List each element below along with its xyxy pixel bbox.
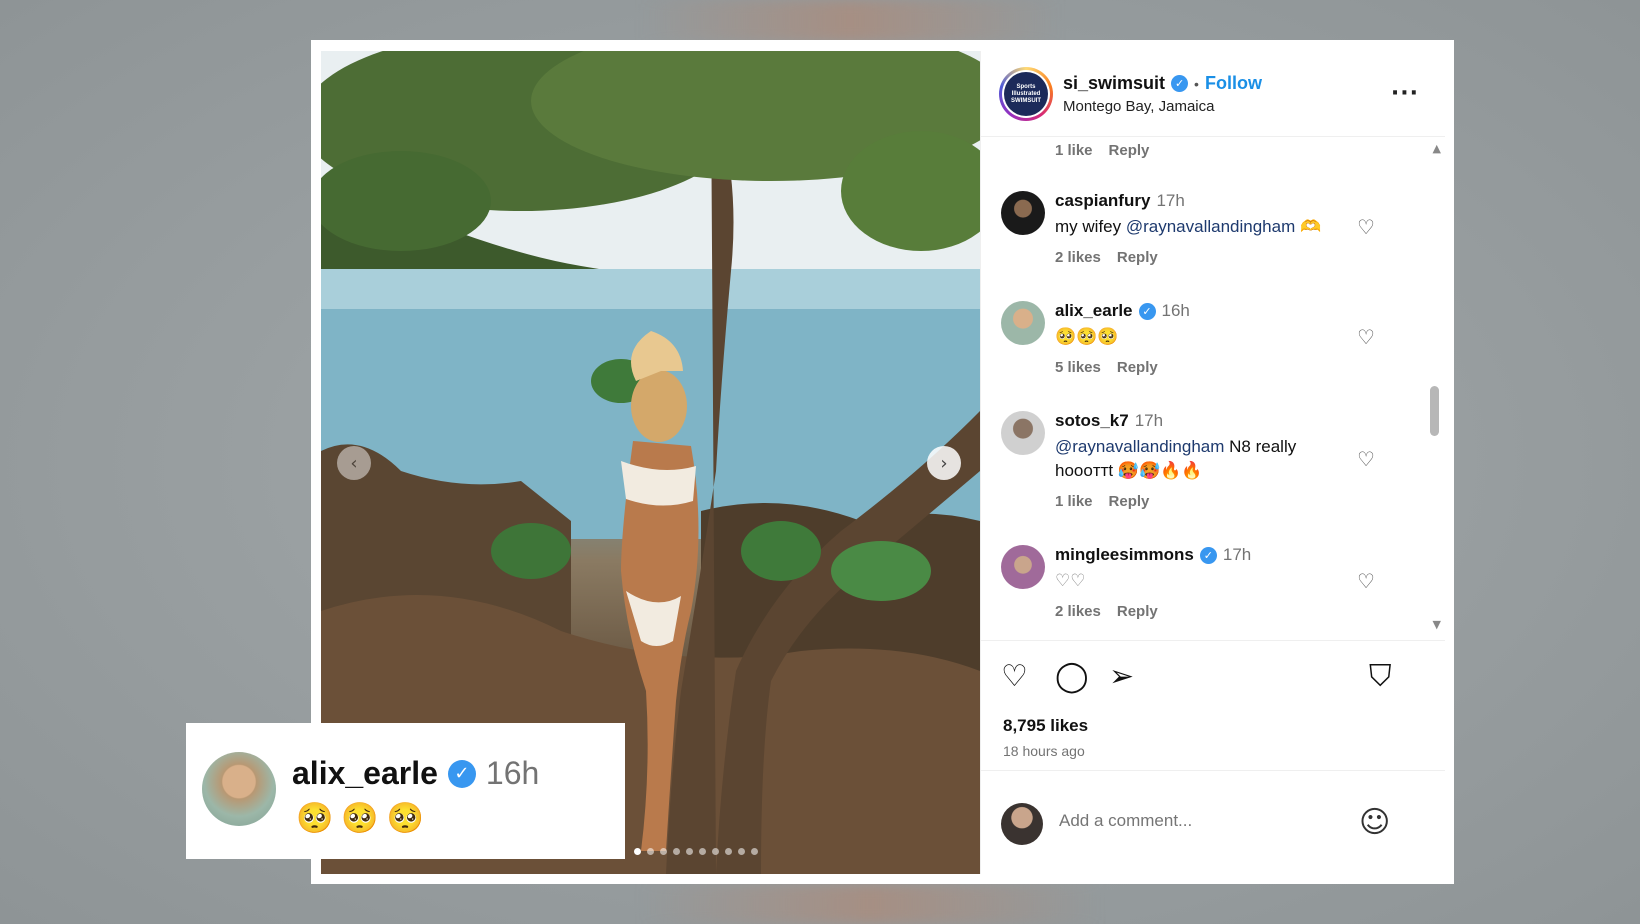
comment-emoji-text: ♡♡ xyxy=(1055,571,1086,590)
comment-text-suffix: N8 really xyxy=(1224,437,1297,456)
comment-text: ♡♡ xyxy=(1055,569,1355,593)
comment-time[interactable]: 17h xyxy=(1135,411,1163,431)
avatar[interactable] xyxy=(1001,191,1045,235)
separator-dot: • xyxy=(1194,75,1199,92)
reply-button[interactable]: Reply xyxy=(1117,603,1158,620)
comment-input[interactable] xyxy=(1059,811,1359,831)
comment-time[interactable]: 17h xyxy=(1156,191,1184,211)
background-blur-bottom xyxy=(640,884,1100,924)
carousel-dot[interactable] xyxy=(751,848,758,855)
carousel-dots xyxy=(634,848,758,855)
avatar xyxy=(1001,803,1043,845)
reply-button[interactable]: Reply xyxy=(1109,142,1150,159)
comment-likes[interactable]: 1 like xyxy=(1055,142,1093,159)
comment-username[interactable]: mingleesimmons xyxy=(1055,545,1194,565)
carousel-dot[interactable] xyxy=(725,848,732,855)
comment-time[interactable]: 16h xyxy=(1162,301,1190,321)
avatar[interactable] xyxy=(1001,411,1045,455)
reply-button[interactable]: Reply xyxy=(1117,359,1158,376)
comment-username[interactable]: sotos_k7 xyxy=(1055,411,1129,431)
comment-meta: 5 likes Reply xyxy=(1055,359,1355,376)
post-side-panel: Sports Illustrated SWIMSUIT si_swimsuit ✓ … xyxy=(980,51,1445,874)
comment-meta: 2 likes Reply xyxy=(1055,249,1355,266)
mention-link[interactable]: @raynavallandingham xyxy=(1126,217,1295,236)
mention-link[interactable]: @raynavallandingham xyxy=(1055,437,1224,456)
heart-icon[interactable]: ♡ xyxy=(1357,325,1375,349)
carousel-dot[interactable] xyxy=(686,848,693,855)
comment-text: 🥺🥺🥺 xyxy=(1055,325,1355,349)
comment-text: my wifey @raynavallandingham 🫶 xyxy=(1055,215,1355,239)
bookmark-icon[interactable]: ⛉ xyxy=(1369,659,1392,694)
comment-text: @raynavallandingham N8 really hoooттt 🥵🥵🔥… xyxy=(1055,435,1355,483)
avatar xyxy=(202,752,276,826)
post-timestamp[interactable]: 18 hours ago xyxy=(1003,743,1085,759)
comment-meta: 2 likes Reply xyxy=(1055,603,1355,620)
comment-likes[interactable]: 2 likes xyxy=(1055,249,1101,266)
carousel-dot[interactable] xyxy=(647,848,654,855)
carousel-dot[interactable] xyxy=(738,848,745,855)
post-location[interactable]: Montego Bay, Jamaica xyxy=(1063,98,1214,115)
account-avatar[interactable]: Sports Illustrated SWIMSUIT xyxy=(999,67,1053,121)
comment-meta: 1 like Reply xyxy=(1055,493,1355,510)
comment-likes[interactable]: 5 likes xyxy=(1055,359,1101,376)
more-options-icon[interactable]: ··· xyxy=(1391,81,1419,106)
comment-time[interactable]: 17h xyxy=(1223,545,1251,565)
comment-bubble-icon[interactable]: ◯ xyxy=(1055,659,1089,694)
carousel-dot[interactable] xyxy=(673,848,680,855)
reply-button[interactable]: Reply xyxy=(1117,249,1158,266)
verified-badge-icon: ✓ xyxy=(1199,546,1217,564)
comment-username[interactable]: alix_earle xyxy=(1055,301,1133,321)
verified-badge-icon: ✓ xyxy=(1138,302,1156,320)
scrollbar-thumb[interactable] xyxy=(1430,386,1439,436)
add-comment-bar: ☺ xyxy=(981,770,1445,874)
sports-illustrated-swimsuit-logo: Sports Illustrated SWIMSUIT xyxy=(1004,72,1048,116)
carousel-dot[interactable] xyxy=(634,848,641,855)
carousel-dot[interactable] xyxy=(712,848,719,855)
heart-icon[interactable]: ♡ xyxy=(1001,659,1028,694)
carousel-dot[interactable] xyxy=(660,848,667,855)
scroll-up-arrow-icon[interactable]: ▲ xyxy=(1433,142,1441,155)
zoom-emoji-text: 🥺🥺🥺 xyxy=(296,801,433,836)
header-user-line: si_swimsuit ✓ • Follow xyxy=(1063,73,1262,94)
account-username[interactable]: si_swimsuit xyxy=(1063,73,1165,94)
comment-meta-previous: 1 like Reply xyxy=(1055,142,1149,159)
carousel-dot[interactable] xyxy=(699,848,706,855)
zoomed-comment-overlay: alix_earle ✓ 16h 🥺🥺🥺 xyxy=(186,723,625,859)
chevron-right-icon[interactable]: › xyxy=(927,446,961,480)
zoom-time: 16h xyxy=(485,755,540,791)
background-blur-top xyxy=(640,0,1060,42)
comment-text-prefix: my wifey xyxy=(1055,217,1126,236)
smiley-icon[interactable]: ☺ xyxy=(1359,805,1390,840)
comments-list[interactable]: 1 like Reply ▲ ▼ caspianfury 17h my wife… xyxy=(981,138,1445,640)
avatar[interactable] xyxy=(1001,301,1045,345)
comment-likes[interactable]: 2 likes xyxy=(1055,603,1101,620)
heart-icon[interactable]: ♡ xyxy=(1357,447,1375,471)
verified-badge-icon: ✓ xyxy=(1171,75,1189,92)
heart-icon[interactable]: ♡ xyxy=(1357,569,1375,593)
comment-username[interactable]: caspianfury xyxy=(1055,191,1150,211)
avatar[interactable] xyxy=(1001,545,1045,589)
scroll-down-arrow-icon[interactable]: ▼ xyxy=(1433,618,1441,631)
comment-text-suffix: 🫶 xyxy=(1295,217,1322,236)
verified-badge-icon: ✓ xyxy=(447,759,476,788)
comment-emoji-text: 🥺🥺🥺 xyxy=(1055,327,1119,346)
likes-count[interactable]: 8,795 likes xyxy=(1003,716,1088,736)
reply-button[interactable]: Reply xyxy=(1109,493,1150,510)
paper-plane-icon[interactable]: ➢ xyxy=(1109,659,1134,694)
comment-likes[interactable]: 1 like xyxy=(1055,493,1093,510)
follow-button[interactable]: Follow xyxy=(1205,73,1262,94)
chevron-left-icon[interactable]: ‹ xyxy=(337,446,371,480)
heart-icon[interactable]: ♡ xyxy=(1357,215,1375,239)
post-actions: ♡ ◯ ➢ ⛉ 8,795 likes 18 hours ago xyxy=(981,640,1445,770)
post-header: Sports Illustrated SWIMSUIT si_swimsuit ✓ … xyxy=(981,51,1445,137)
zoom-username: alix_earle xyxy=(292,755,438,791)
comment-text-line2: hoooттt 🥵🥵🔥🔥 xyxy=(1055,461,1203,480)
